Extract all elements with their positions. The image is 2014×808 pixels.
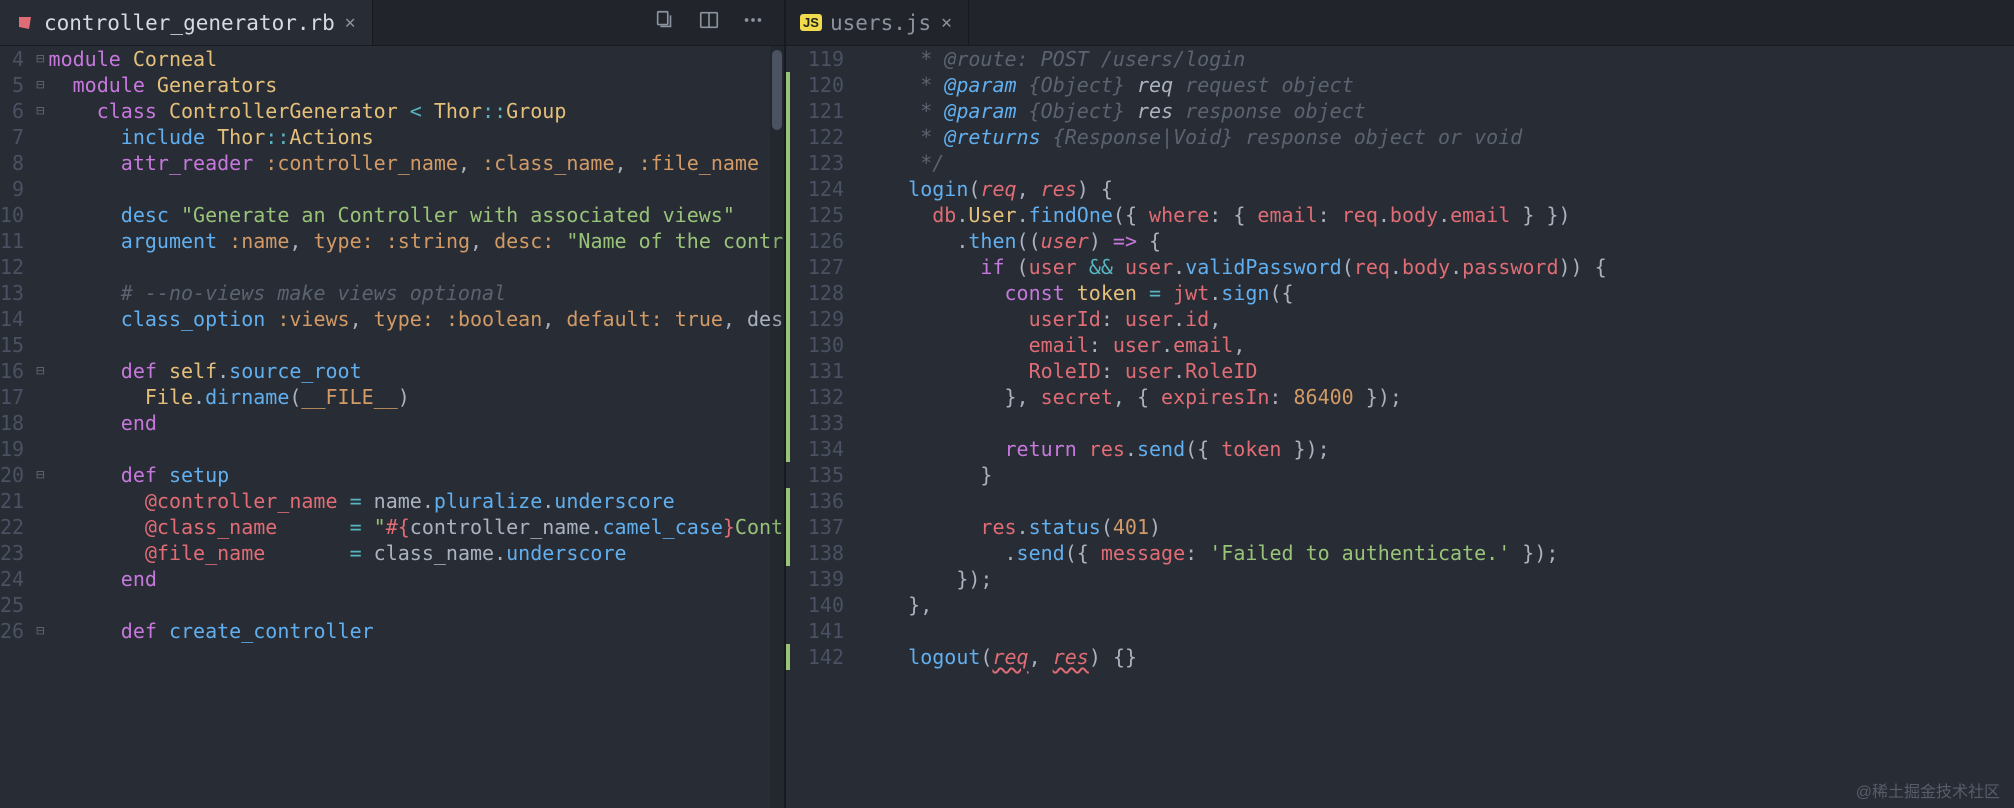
tab-label: users.js bbox=[830, 11, 931, 35]
scrollbar[interactable] bbox=[770, 46, 784, 808]
close-icon[interactable]: ✕ bbox=[345, 12, 356, 33]
line-gutter: 1191201211221231241251261271281291301311… bbox=[786, 46, 856, 808]
tab-bar: controller_generator.rb ✕ bbox=[0, 0, 784, 46]
scrollbar-thumb[interactable] bbox=[772, 50, 782, 130]
line-gutter: 4567891011121314151617181920212223242526 bbox=[0, 46, 36, 808]
editor-pane-left: controller_generator.rb ✕ 45678910111213… bbox=[0, 0, 784, 808]
close-icon[interactable]: ✕ bbox=[941, 12, 952, 33]
more-icon[interactable] bbox=[742, 9, 764, 36]
tab-label: controller_generator.rb bbox=[44, 11, 335, 35]
diff-icon[interactable] bbox=[654, 9, 676, 36]
tab-controller-generator[interactable]: controller_generator.rb ✕ bbox=[0, 0, 373, 45]
tab-users-js[interactable]: JS users.js ✕ bbox=[786, 0, 969, 45]
tab-bar: JS users.js ✕ bbox=[786, 0, 2014, 46]
split-editor-icon[interactable] bbox=[698, 9, 720, 36]
code-area[interactable]: * @route: POST /users/login * @param {Ob… bbox=[856, 46, 2014, 808]
ruby-icon bbox=[16, 14, 34, 32]
fold-column[interactable]: ⊟⊟⊟⊟⊟⊟ bbox=[36, 46, 44, 808]
code-editor-left[interactable]: 4567891011121314151617181920212223242526… bbox=[0, 46, 784, 808]
code-editor-right[interactable]: 1191201211221231241251261271281291301311… bbox=[786, 46, 2014, 808]
javascript-icon: JS bbox=[802, 14, 820, 32]
code-area[interactable]: module Corneal module Generators class C… bbox=[45, 46, 784, 808]
editor-pane-right: JS users.js ✕ 11912012112212312412512612… bbox=[786, 0, 2014, 808]
watermark: @稀土掘金技术社区 bbox=[1856, 778, 2000, 802]
tab-actions bbox=[654, 0, 784, 45]
